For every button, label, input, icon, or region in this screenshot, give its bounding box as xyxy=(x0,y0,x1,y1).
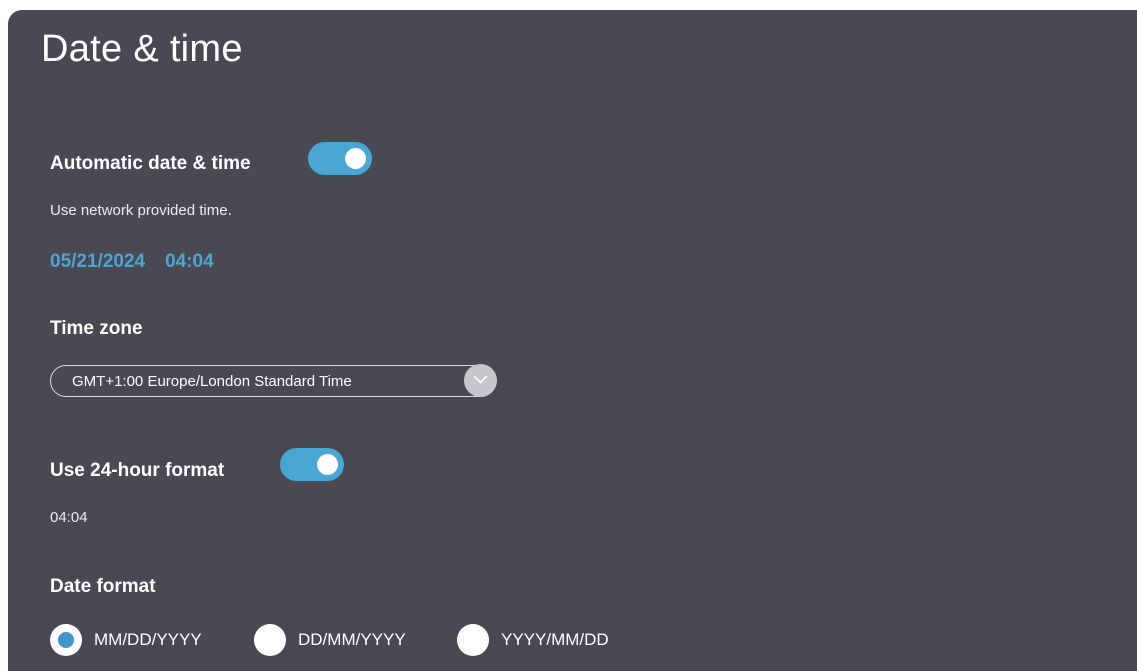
date-format-label: Date format xyxy=(50,576,156,597)
use-24-hour-format-toggle[interactable] xyxy=(280,448,344,481)
automatic-date-time-label: Automatic date & time xyxy=(50,153,251,174)
current-date: 05/21/2024 xyxy=(50,251,146,272)
toggle-knob xyxy=(317,454,338,475)
radio-label: DD/MM/YYYY xyxy=(298,630,406,649)
chevron-down-icon[interactable] xyxy=(464,364,497,397)
toggle-knob xyxy=(345,148,366,169)
time-zone-dropdown[interactable]: GMT+1:00 Europe/London Standard Time xyxy=(50,364,497,397)
time-zone-value: GMT+1:00 Europe/London Standard Time xyxy=(72,373,352,390)
automatic-date-time-description: Use network provided time. xyxy=(50,202,232,219)
automatic-date-time-toggle[interactable] xyxy=(308,142,372,175)
current-date-time: 05/21/2024 04:04 xyxy=(50,251,214,273)
radio-label: MM/DD/YYYY xyxy=(94,630,202,649)
radio-button-selected[interactable] xyxy=(50,624,82,656)
page-title: Date & time xyxy=(41,28,243,70)
radio-label: YYYY/MM/DD xyxy=(501,630,609,649)
time-zone-label: Time zone xyxy=(50,318,143,339)
use-24-hour-format-label: Use 24-hour format xyxy=(50,460,225,481)
time-format-preview: 04:04 xyxy=(50,509,88,526)
current-time: 04:04 xyxy=(165,251,214,272)
settings-panel: Date & time Automatic date & time Use ne… xyxy=(8,10,1137,671)
radio-button[interactable] xyxy=(254,624,286,656)
radio-button[interactable] xyxy=(457,624,489,656)
